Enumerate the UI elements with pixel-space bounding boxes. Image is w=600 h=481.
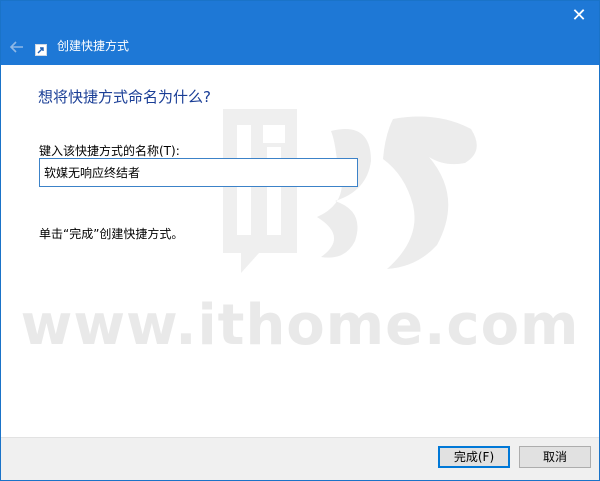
watermark-text: www.ithome.com xyxy=(20,293,580,358)
footer-bar: 完成(F) 取消 xyxy=(1,437,599,480)
title-bar: ✕ 创建快捷方式 xyxy=(1,1,599,65)
finish-button[interactable]: 完成(F) xyxy=(438,446,510,468)
cancel-button[interactable]: 取消 xyxy=(519,446,591,468)
shortcut-name-input[interactable] xyxy=(39,158,358,187)
back-button[interactable] xyxy=(7,37,27,57)
close-button[interactable]: ✕ xyxy=(565,3,593,29)
create-shortcut-window: www.ithome.com ✕ 创建快捷方式 想将快捷方式命名为什么? 键入该… xyxy=(0,0,600,481)
watermark: www.ithome.com xyxy=(1,1,599,441)
shortcut-icon xyxy=(35,41,47,56)
close-icon: ✕ xyxy=(571,5,587,26)
back-arrow-icon xyxy=(9,41,23,53)
page-heading: 想将快捷方式命名为什么? xyxy=(38,88,211,106)
finish-hint: 单击“完成”创建快捷方式。 xyxy=(39,227,184,241)
name-field-label: 键入该快捷方式的名称(T): xyxy=(39,144,180,158)
window-title: 创建快捷方式 xyxy=(57,39,130,53)
